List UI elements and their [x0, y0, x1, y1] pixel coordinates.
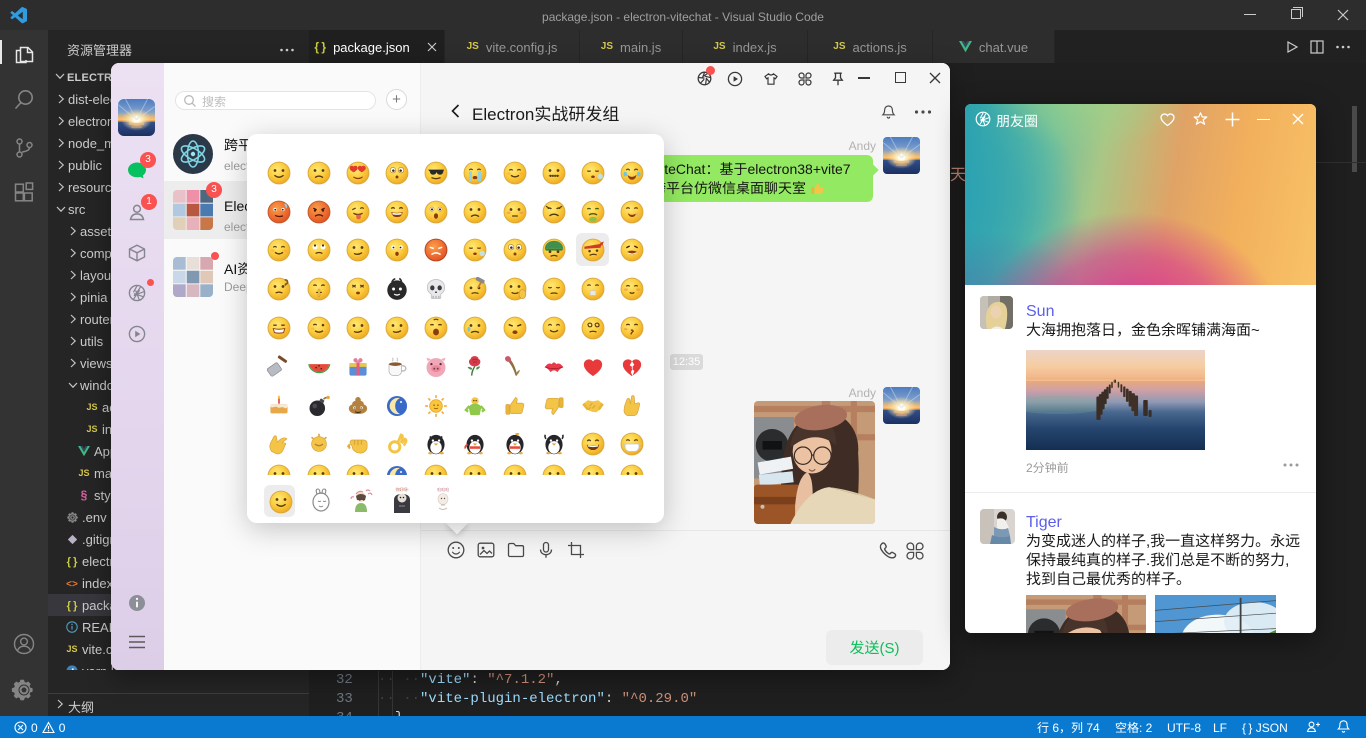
svg-text:咱咱咱: 咱咱咱	[437, 486, 449, 492]
svg-text:你好呀!: 你好呀!	[395, 486, 408, 492]
